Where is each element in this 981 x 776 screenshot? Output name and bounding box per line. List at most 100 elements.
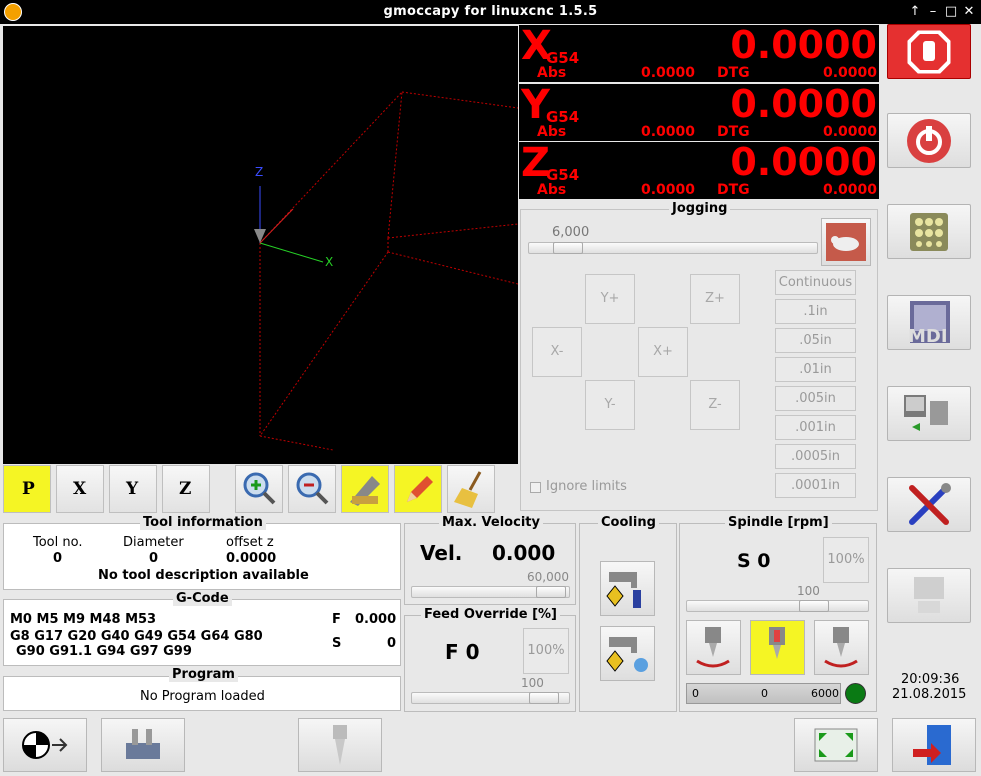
jog-y-plus-button[interactable]: Y+ <box>585 274 635 324</box>
machine-power-button[interactable] <box>887 113 971 168</box>
spindle-override-thumb[interactable] <box>798 600 829 612</box>
view-p-button[interactable]: P <box>3 465 51 513</box>
spindle-stop-icon <box>769 627 785 659</box>
gcode-s-value: 0 <box>387 636 397 651</box>
clear-plot-button[interactable] <box>447 465 495 513</box>
jog-speed-slider[interactable] <box>528 242 818 254</box>
preview-canvas: Z X <box>254 91 518 451</box>
show-dimensions-button[interactable] <box>341 465 389 513</box>
broom-icon <box>454 471 482 508</box>
gmoccapy-window: gmoccapy for linuxcnc 1.5.5 ↑ – □ ✕ Z X <box>0 0 981 776</box>
dro-z-dtg-label: DTG <box>717 182 750 198</box>
show-tool-path-button[interactable] <box>394 465 442 513</box>
velocity-title: Max. Velocity <box>439 515 543 530</box>
increment-0001[interactable]: .0001in <box>775 473 856 498</box>
spindle-override-slider[interactable] <box>686 600 869 612</box>
ignore-limits-checkbox[interactable] <box>530 482 541 493</box>
auto-mode-button[interactable] <box>887 386 971 441</box>
dro-x[interactable]: X G54 0.0000 Abs 0.0000 DTG 0.0000 <box>519 23 879 82</box>
increment-001[interactable]: .001in <box>775 415 856 440</box>
dro-x-abs: 0.0000 <box>640 65 695 81</box>
feed-override-slider[interactable] <box>411 692 570 704</box>
jog-speed-thumb[interactable] <box>553 242 583 254</box>
jog-y-minus-button[interactable]: Y- <box>585 380 635 430</box>
gremlin-preview[interactable]: Z X <box>3 26 518 464</box>
dro-y-dtg: 0.0000 <box>822 124 877 140</box>
zoom-out-button[interactable] <box>288 465 336 513</box>
spindle-reset-button[interactable]: 100% <box>823 537 869 583</box>
emergency-stop-button[interactable] <box>887 24 971 79</box>
feed-override-reset-button[interactable]: 100% <box>523 628 569 674</box>
fullscreen-button[interactable] <box>794 718 878 772</box>
spindle-reverse-button[interactable] <box>814 620 869 675</box>
manual-mode-button[interactable] <box>887 204 971 259</box>
jog-z-minus-button[interactable]: Z- <box>690 380 740 430</box>
dimensions-icon <box>350 476 380 506</box>
maximize-icon[interactable]: □ <box>942 3 960 21</box>
dro-z-abs-label: Abs <box>537 182 567 198</box>
program-status: No Program loaded <box>140 689 265 704</box>
dro-z[interactable]: Z G54 0.0000 Abs 0.0000 DTG 0.0000 <box>519 140 879 199</box>
user-tabs-icon <box>914 577 944 613</box>
feed-override-thumb[interactable] <box>528 692 559 704</box>
gcode-f-value: 0.000 <box>355 612 397 627</box>
settings-button[interactable] <box>887 477 971 532</box>
close-icon[interactable]: ✕ <box>960 3 978 21</box>
minimize-icon[interactable]: – <box>924 3 942 21</box>
cooling-frame <box>579 523 677 712</box>
view-z-button[interactable]: Z <box>162 465 210 513</box>
increment-005[interactable]: .005in <box>775 386 856 411</box>
tools-icon <box>909 483 951 525</box>
gcode-title: G-Code <box>173 591 232 606</box>
increment-01[interactable]: .01in <box>775 357 856 382</box>
velocity-slider[interactable] <box>411 586 570 598</box>
estop-hand-icon <box>907 30 951 74</box>
tool-no-value: 0 <box>53 551 63 566</box>
tool-icon <box>333 725 347 765</box>
turtle-icon <box>826 223 866 261</box>
view-z-label: Z <box>179 479 192 499</box>
dro-y-abs-label: Abs <box>537 124 567 140</box>
increment-0005[interactable]: .0005in <box>775 444 856 469</box>
exit-button[interactable] <box>892 718 976 772</box>
mdi-mode-button[interactable]: MDI <box>887 295 971 350</box>
increment-continuous[interactable]: Continuous <box>775 270 856 295</box>
diameter-label: Diameter <box>123 535 184 550</box>
velocity-thumb[interactable] <box>536 586 567 598</box>
tool-no-label: Tool no. <box>33 535 83 550</box>
turtle-jog-button[interactable] <box>821 218 871 266</box>
gcode-line-2: G8 G17 G20 G40 G49 G54 G64 G80 <box>10 629 263 644</box>
feed-override-value: F 0 <box>445 640 480 664</box>
jog-x-plus-button[interactable]: X+ <box>638 327 688 377</box>
mist-icon <box>606 637 648 672</box>
jog-x-minus-button[interactable]: X- <box>532 327 582 377</box>
program-title: Program <box>169 667 238 682</box>
diameter-value: 0 <box>149 551 159 566</box>
touch-off-button[interactable] <box>101 718 185 772</box>
increment-1[interactable]: .1in <box>775 299 856 324</box>
view-x-button[interactable]: X <box>56 465 104 513</box>
mist-coolant-button[interactable] <box>600 626 655 681</box>
dro-z-abs: 0.0000 <box>640 182 695 198</box>
title-bar: gmoccapy for linuxcnc 1.5.5 ↑ – □ ✕ <box>0 0 981 24</box>
spindle-forward-button[interactable] <box>686 620 741 675</box>
jog-z-plus-button[interactable]: Z+ <box>690 274 740 324</box>
zoom-in-button[interactable] <box>235 465 283 513</box>
spindle-reverse-icon <box>824 627 858 668</box>
jog-speed-value: 6,000 <box>552 225 590 240</box>
increment-05[interactable]: .05in <box>775 328 856 353</box>
zoom-out-icon <box>296 472 329 505</box>
svg-text:Z: Z <box>255 165 263 179</box>
user-tabs-button[interactable] <box>887 568 971 623</box>
home-axes-button[interactable] <box>3 718 87 772</box>
tool-change-button[interactable] <box>298 718 382 772</box>
dro-y[interactable]: Y G54 0.0000 Abs 0.0000 DTG 0.0000 <box>519 82 879 141</box>
spindle-value: S 0 <box>737 550 771 572</box>
gcode-line-3: G90 G91.1 G94 G97 G99 <box>16 644 192 659</box>
flood-coolant-button[interactable] <box>600 561 655 616</box>
keep-above-icon[interactable]: ↑ <box>906 3 924 21</box>
spindle-stop-button[interactable] <box>750 620 805 675</box>
view-y-button[interactable]: Y <box>109 465 157 513</box>
jogging-title: Jogging <box>669 201 731 216</box>
spindle-bar-current: 0 <box>761 687 768 700</box>
